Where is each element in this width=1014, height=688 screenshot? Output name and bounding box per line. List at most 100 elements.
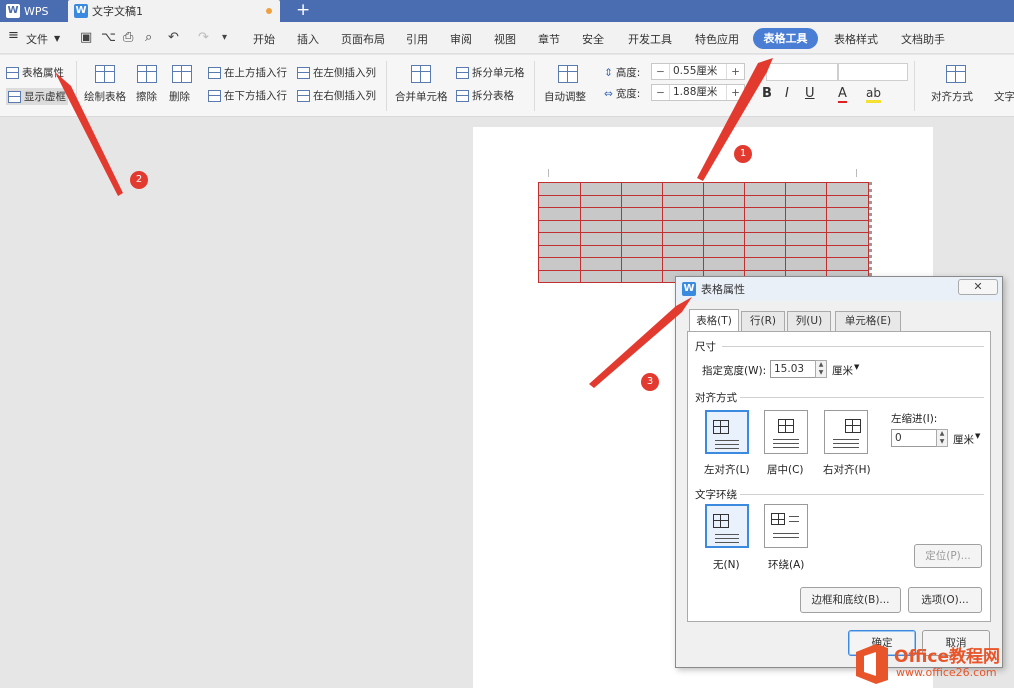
bold-button[interactable]: B — [762, 86, 772, 101]
new-tab-button[interactable]: + — [296, 0, 310, 20]
split-table-button[interactable]: 拆分表格 — [456, 88, 514, 103]
align-center-option[interactable] — [764, 410, 808, 454]
print-icon[interactable]: ⎙ — [123, 30, 133, 45]
table-resize-handle[interactable] — [869, 182, 873, 283]
indent-spinner[interactable]: ▲ ▼ — [936, 429, 948, 447]
menu-tab-doc-assistant[interactable]: 文档助手 — [901, 31, 945, 47]
table-right-icon — [845, 419, 861, 433]
menu-tab-layout[interactable]: 页面布局 — [341, 31, 385, 47]
hamburger-icon[interactable]: ≡ — [8, 28, 19, 43]
font-name-dropdown[interactable] — [766, 63, 838, 81]
undo-icon[interactable]: ↶ — [168, 30, 179, 45]
indent-label: 左缩进(I): — [891, 413, 938, 425]
underline-button[interactable]: U — [805, 86, 815, 101]
dialog-title-bar[interactable]: W 表格属性 — [676, 277, 1002, 301]
menu-tab-chapter[interactable]: 章节 — [538, 31, 560, 47]
height-stepper[interactable]: − 0.55厘米 + — [651, 63, 745, 80]
menu-tab-references[interactable]: 引用 — [406, 31, 428, 47]
chevron-down-icon[interactable]: ▼ — [854, 363, 859, 371]
format-painter-icon[interactable]: ⌥ — [101, 30, 116, 45]
delete-table-icon[interactable] — [172, 65, 192, 83]
height-value[interactable]: 0.55厘米 — [669, 64, 727, 79]
menu-tab-review[interactable]: 审阅 — [450, 31, 472, 47]
menu-tab-developer[interactable]: 开发工具 — [628, 31, 672, 47]
borders-shading-button[interactable]: 边框和底纹(B)... — [800, 587, 901, 613]
align-right-option[interactable] — [824, 410, 868, 454]
split-cell-label: 拆分单元格 — [472, 67, 525, 79]
indent-input[interactable]: 0 — [891, 429, 937, 447]
font-color-button[interactable]: A — [838, 86, 847, 103]
minus-icon[interactable]: − — [652, 87, 669, 99]
text-line — [789, 521, 799, 522]
align-left-option[interactable] — [705, 410, 749, 454]
redo-icon[interactable]: ↷ — [198, 30, 209, 45]
options-button[interactable]: 选项(O)... — [908, 587, 982, 613]
save-icon[interactable]: ▣ — [80, 30, 92, 45]
ribbon-separator — [534, 61, 535, 111]
draw-table-icon[interactable] — [95, 65, 115, 83]
menu-tab-special[interactable]: 特色应用 — [695, 31, 739, 47]
autofit-icon[interactable] — [558, 65, 578, 83]
italic-button[interactable]: I — [785, 86, 789, 101]
quick-access-more-icon[interactable]: ▾ — [222, 32, 227, 43]
chevron-down-icon[interactable]: ▼ — [975, 432, 980, 440]
office-logo-icon — [856, 644, 888, 684]
document-tab[interactable]: W 文字文稿1 — [68, 0, 280, 22]
show-virtual-border-label: 显示虚框 — [24, 91, 66, 103]
insert-row-above-button[interactable]: 在上方插入行 — [208, 65, 287, 80]
merge-cells-button[interactable]: 合并单元格 — [395, 89, 448, 104]
insert-col-left-button[interactable]: 在左侧插入列 — [297, 65, 376, 80]
width-spinner[interactable]: ▲ ▼ — [815, 360, 827, 378]
text-line — [715, 444, 739, 445]
height-label-text: 高度: — [615, 67, 641, 79]
document-table[interactable] — [538, 182, 869, 283]
menu-tab-table-tools[interactable]: 表格工具 — [753, 28, 818, 49]
plus-icon[interactable]: + — [727, 87, 744, 99]
wrap-around-option[interactable] — [764, 504, 808, 548]
menu-tab-view[interactable]: 视图 — [494, 31, 516, 47]
highlight-icon[interactable]: ab — [866, 86, 881, 103]
show-virtual-border-button[interactable]: 显示虚框 — [6, 88, 68, 105]
position-button[interactable]: 定位(P)... — [914, 544, 982, 568]
tab-row[interactable]: 行(R) — [741, 311, 785, 331]
menu-tab-security[interactable]: 安全 — [582, 31, 604, 47]
plus-icon[interactable]: + — [727, 66, 744, 78]
delete-button[interactable]: 删除 — [169, 89, 190, 104]
width-input[interactable]: 15.03 — [770, 360, 816, 378]
height-label: ⇕ 高度: — [604, 65, 640, 80]
eraser-icon[interactable] — [137, 65, 157, 83]
insert-col-right-button[interactable]: 在右侧插入列 — [297, 88, 376, 103]
watermark: Office教程网 www.office26.com — [852, 640, 1014, 688]
tab-cell[interactable]: 单元格(E) — [835, 311, 901, 331]
alignment-button[interactable]: 对齐方式 — [931, 89, 973, 104]
ribbon-separator — [914, 61, 915, 111]
split-cell-button[interactable]: 拆分单元格 — [456, 65, 525, 80]
alignment-icon[interactable] — [946, 65, 966, 83]
print-preview-icon[interactable]: ⌕ — [145, 30, 152, 45]
tab-column[interactable]: 列(U) — [787, 311, 831, 331]
width-value[interactable]: 1.88厘米 — [669, 85, 727, 100]
ribbon-separator — [386, 61, 387, 111]
indent-unit-dropdown[interactable]: 厘米 — [953, 432, 974, 447]
wrap-none-option[interactable] — [705, 504, 749, 548]
wps-home-tab[interactable]: W WPS — [0, 0, 62, 22]
insert-row-below-button[interactable]: 在下方插入行 — [208, 88, 287, 103]
menu-tab-table-style[interactable]: 表格样式 — [834, 31, 878, 47]
font-size-dropdown[interactable] — [838, 63, 908, 81]
width-unit-dropdown[interactable]: 厘米 — [832, 363, 853, 378]
width-stepper[interactable]: − 1.88厘米 + — [651, 84, 745, 101]
file-menu[interactable]: 文件 — [26, 31, 48, 47]
menu-tab-insert[interactable]: 插入 — [297, 31, 319, 47]
erase-button[interactable]: 擦除 — [136, 89, 157, 104]
tab-table[interactable]: 表格(T) — [689, 309, 739, 331]
merge-cells-icon[interactable] — [411, 65, 431, 83]
text-direction-button[interactable]: 文字 — [994, 89, 1014, 104]
close-button[interactable]: ✕ — [958, 279, 998, 295]
table-properties-button[interactable]: 表格属性 — [6, 65, 64, 80]
minus-icon[interactable]: − — [652, 66, 669, 78]
draw-table-button[interactable]: 绘制表格 — [84, 89, 126, 104]
autofit-button[interactable]: 自动调整 — [544, 89, 586, 104]
menu-tab-home[interactable]: 开始 — [253, 31, 275, 47]
annotation-badge-2: 2 — [130, 171, 148, 189]
chevron-down-icon[interactable]: ▼ — [54, 34, 60, 43]
